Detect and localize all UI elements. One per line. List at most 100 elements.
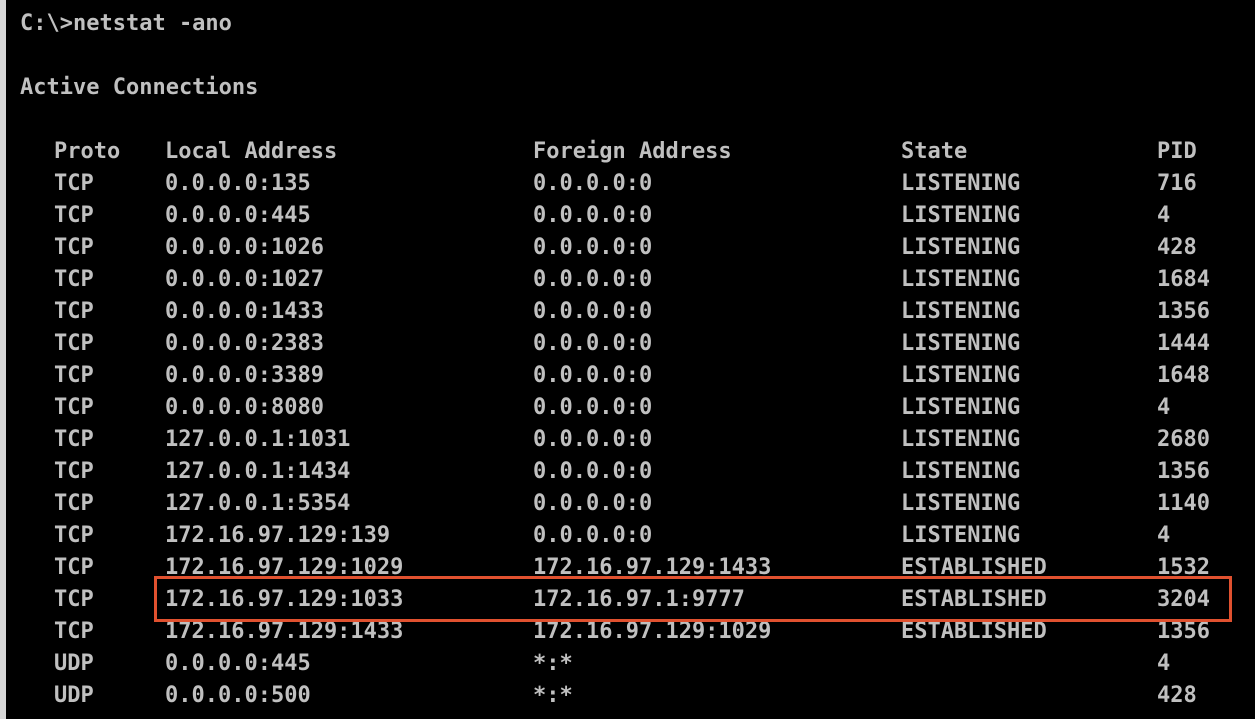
cell-proto: TCP bbox=[54, 523, 94, 548]
cell-local-address: 172.16.97.129:1433 bbox=[165, 619, 404, 644]
cell-pid: 428 bbox=[1157, 235, 1197, 260]
cell-pid: 1356 bbox=[1157, 619, 1210, 644]
cell-local-address: 0.0.0.0:445 bbox=[165, 203, 311, 228]
cell-state: ESTABLISHED bbox=[901, 619, 1047, 644]
cell-pid: 1532 bbox=[1157, 555, 1210, 580]
table-row: TCP 172.16.97.129:1433 172.16.97.129:1029 E… bbox=[6, 616, 1255, 648]
cell-local-address: 0.0.0.0:500 bbox=[165, 683, 311, 708]
cell-pid: 716 bbox=[1157, 171, 1197, 196]
table-row: TCP 127.0.0.1:5354 0.0.0.0:0 LISTENING 1140 bbox=[6, 488, 1255, 520]
table-row: TCP 127.0.0.1:1434 0.0.0.0:0 LISTENING 1356 bbox=[6, 456, 1255, 488]
cell-pid: 2680 bbox=[1157, 427, 1210, 452]
cell-proto: TCP bbox=[54, 299, 94, 324]
column-header-local-address: Local Address bbox=[165, 139, 338, 164]
cell-state: LISTENING bbox=[901, 523, 1021, 548]
cell-foreign-address: 0.0.0.0:0 bbox=[533, 523, 653, 548]
table-row: TCP 127.0.0.1:1031 0.0.0.0:0 LISTENING 2680 bbox=[6, 424, 1255, 456]
cell-proto: TCP bbox=[54, 331, 94, 356]
cell-local-address: 127.0.0.1:5354 bbox=[165, 491, 351, 516]
column-header-proto: Proto bbox=[54, 139, 121, 164]
cell-proto: TCP bbox=[54, 203, 94, 228]
cell-foreign-address: 0.0.0.0:0 bbox=[533, 459, 653, 484]
column-header-foreign-address: Foreign Address bbox=[533, 139, 732, 164]
cell-foreign-address: *:* bbox=[533, 683, 573, 708]
cell-pid: 1356 bbox=[1157, 459, 1210, 484]
cell-local-address: 0.0.0.0:2383 bbox=[165, 331, 324, 356]
cell-state: ESTABLISHED bbox=[901, 587, 1047, 612]
cell-state: LISTENING bbox=[901, 395, 1021, 420]
cell-state: LISTENING bbox=[901, 171, 1021, 196]
cell-foreign-address: 0.0.0.0:0 bbox=[533, 427, 653, 452]
cell-proto: TCP bbox=[54, 459, 94, 484]
table-row: TCP 172.16.97.129:139 0.0.0.0:0 LISTENING 4 bbox=[6, 520, 1255, 552]
cell-state: LISTENING bbox=[901, 299, 1021, 324]
table-row: TCP 0.0.0.0:2383 0.0.0.0:0 LISTENING 1444 bbox=[6, 328, 1255, 360]
cell-pid: 1684 bbox=[1157, 267, 1210, 292]
cell-pid: 4 bbox=[1157, 203, 1171, 228]
table-row: TCP 0.0.0.0:1026 0.0.0.0:0 LISTENING 428 bbox=[6, 232, 1255, 264]
cell-proto: TCP bbox=[54, 395, 94, 420]
cell-foreign-address: 172.16.97.129:1433 bbox=[533, 555, 772, 580]
cell-pid: 1356 bbox=[1157, 299, 1210, 324]
section-heading: Active Connections bbox=[20, 75, 259, 100]
cell-foreign-address: 0.0.0.0:0 bbox=[533, 331, 653, 356]
cell-state: LISTENING bbox=[901, 267, 1021, 292]
cell-state: LISTENING bbox=[901, 363, 1021, 388]
cell-foreign-address: 0.0.0.0:0 bbox=[533, 267, 653, 292]
table-row: TCP 0.0.0.0:135 0.0.0.0:0 LISTENING 716 bbox=[6, 168, 1255, 200]
cell-pid: 3204 bbox=[1157, 587, 1210, 612]
cell-foreign-address: 0.0.0.0:0 bbox=[533, 491, 653, 516]
cell-state: LISTENING bbox=[901, 235, 1021, 260]
column-header-state: State bbox=[901, 139, 968, 164]
cell-pid: 428 bbox=[1157, 683, 1197, 708]
cell-pid: 4 bbox=[1157, 395, 1171, 420]
cell-pid: 1648 bbox=[1157, 363, 1210, 388]
cell-proto: TCP bbox=[54, 491, 94, 516]
cell-foreign-address: 172.16.97.1:9777 bbox=[533, 587, 745, 612]
cell-pid: 1140 bbox=[1157, 491, 1210, 516]
cell-foreign-address: 0.0.0.0:0 bbox=[533, 235, 653, 260]
cell-local-address: 0.0.0.0:3389 bbox=[165, 363, 324, 388]
console-window[interactable]: C:\>netstat -ano Active Connections Prot… bbox=[0, 0, 1255, 719]
cell-proto: TCP bbox=[54, 171, 94, 196]
cell-foreign-address: *:* bbox=[533, 651, 573, 676]
cell-proto: UDP bbox=[54, 683, 94, 708]
cell-state: LISTENING bbox=[901, 491, 1021, 516]
cell-local-address: 172.16.97.129:1029 bbox=[165, 555, 404, 580]
table-row: TCP 172.16.97.129:1029 172.16.97.129:1433 E… bbox=[6, 552, 1255, 584]
cell-pid: 4 bbox=[1157, 523, 1171, 548]
cell-state: LISTENING bbox=[901, 331, 1021, 356]
cell-proto: TCP bbox=[54, 363, 94, 388]
table-row: TCP 0.0.0.0:1027 0.0.0.0:0 LISTENING 1684 bbox=[6, 264, 1255, 296]
cell-state: LISTENING bbox=[901, 459, 1021, 484]
cell-local-address: 0.0.0.0:135 bbox=[165, 171, 311, 196]
cell-foreign-address: 172.16.97.129:1029 bbox=[533, 619, 772, 644]
cell-local-address: 172.16.97.129:139 bbox=[165, 523, 391, 548]
cell-pid: 1444 bbox=[1157, 331, 1210, 356]
cell-local-address: 0.0.0.0:445 bbox=[165, 651, 311, 676]
cell-foreign-address: 0.0.0.0:0 bbox=[533, 171, 653, 196]
cell-state: ESTABLISHED bbox=[901, 555, 1047, 580]
command-line: C:\>netstat -ano bbox=[20, 11, 232, 36]
cell-local-address: 0.0.0.0:8080 bbox=[165, 395, 324, 420]
cell-local-address: 0.0.0.0:1026 bbox=[165, 235, 324, 260]
cell-foreign-address: 0.0.0.0:0 bbox=[533, 203, 653, 228]
cell-local-address: 0.0.0.0:1027 bbox=[165, 267, 324, 292]
cell-local-address: 0.0.0.0:1433 bbox=[165, 299, 324, 324]
table-row: UDP 0.0.0.0:445 *:* 4 bbox=[6, 648, 1255, 680]
table-row: TCP 0.0.0.0:1433 0.0.0.0:0 LISTENING 1356 bbox=[6, 296, 1255, 328]
table-row: TCP 172.16.97.129:1033 172.16.97.1:9777 EST… bbox=[6, 584, 1255, 616]
table-row: TCP 0.0.0.0:445 0.0.0.0:0 LISTENING 4 bbox=[6, 200, 1255, 232]
table-row: TCP 0.0.0.0:3389 0.0.0.0:0 LISTENING 1648 bbox=[6, 360, 1255, 392]
cell-proto: TCP bbox=[54, 619, 94, 644]
table-row: UDP 0.0.0.0:500 *:* 428 bbox=[6, 680, 1255, 712]
cell-local-address: 127.0.0.1:1031 bbox=[165, 427, 351, 452]
cell-proto: TCP bbox=[54, 267, 94, 292]
cell-proto: TCP bbox=[54, 427, 94, 452]
column-header-pid: PID bbox=[1157, 139, 1197, 164]
cell-proto: TCP bbox=[54, 235, 94, 260]
cell-local-address: 127.0.0.1:1434 bbox=[165, 459, 351, 484]
cell-foreign-address: 0.0.0.0:0 bbox=[533, 363, 653, 388]
cell-foreign-address: 0.0.0.0:0 bbox=[533, 395, 653, 420]
table-row: TCP 0.0.0.0:8080 0.0.0.0:0 LISTENING 4 bbox=[6, 392, 1255, 424]
